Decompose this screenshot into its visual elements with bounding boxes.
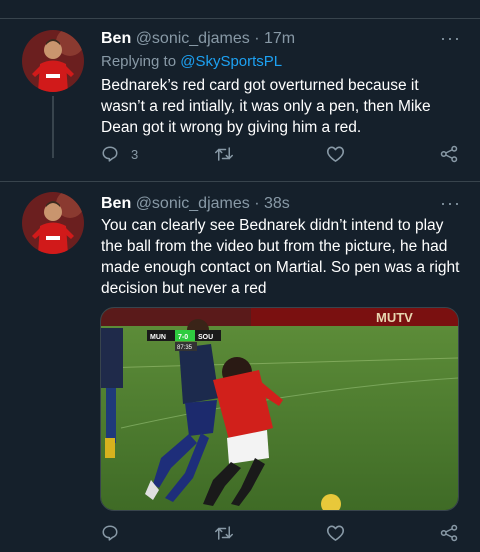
user-handle[interactable]: @sonic_djames xyxy=(136,195,250,212)
tweet-1[interactable]: Ben @sonic_djames · 17m ··· Replying to … xyxy=(0,0,480,180)
retweet-icon xyxy=(214,524,234,542)
user-handle[interactable]: @sonic_djames xyxy=(136,30,250,47)
more-icon[interactable]: ··· xyxy=(440,193,461,214)
avatar[interactable] xyxy=(22,30,84,92)
score: 7-0 xyxy=(178,334,188,341)
share-button[interactable] xyxy=(440,145,458,163)
score-away: SOU xyxy=(198,334,213,341)
share-icon xyxy=(440,524,458,542)
retweet-icon xyxy=(214,145,234,163)
reply-icon xyxy=(101,524,119,542)
tweet-header: Ben @sonic_djames · 38s xyxy=(101,195,290,213)
reply-count: 3 xyxy=(131,146,139,162)
display-name[interactable]: Ben xyxy=(101,30,131,47)
retweet-button[interactable] xyxy=(214,524,234,542)
tweet-text: You can clearly see Bednarek didn’t inte… xyxy=(101,217,460,297)
replying-prefix: Replying to xyxy=(101,53,177,70)
tweet-text: Bednarek’s red card got overturned becau… xyxy=(101,77,431,136)
retweet-button[interactable] xyxy=(214,145,234,163)
reply-button[interactable] xyxy=(101,524,119,542)
share-icon xyxy=(440,145,458,163)
more-icon[interactable]: ··· xyxy=(440,28,461,49)
like-icon xyxy=(326,524,345,542)
reply-button[interactable]: 3 xyxy=(101,145,138,163)
reply-icon xyxy=(101,145,119,163)
tweet-header: Ben @sonic_djames · 17m xyxy=(101,30,295,48)
action-bar: 3 xyxy=(0,145,480,169)
score-home: MUN xyxy=(150,334,166,341)
board-text: MUTV xyxy=(376,310,413,325)
timestamp[interactable]: 38s xyxy=(264,195,290,212)
like-button[interactable] xyxy=(326,145,345,163)
mention-link[interactable]: @SkySportsPL xyxy=(180,53,282,70)
replying-to: Replying to @SkySportsPL xyxy=(101,53,282,70)
separator: · xyxy=(254,195,260,212)
share-button[interactable] xyxy=(440,524,458,542)
tweet-media-photo[interactable]: MUTV MUN 7-0 SOU 87:35 xyxy=(100,307,459,511)
timestamp[interactable]: 17m xyxy=(264,30,295,47)
action-bar xyxy=(0,524,480,548)
avatar[interactable] xyxy=(22,192,84,254)
display-name[interactable]: Ben xyxy=(101,195,131,212)
separator: · xyxy=(254,30,260,47)
match-clock: 87:35 xyxy=(177,345,193,351)
like-button[interactable] xyxy=(326,524,345,542)
like-icon xyxy=(326,145,345,163)
